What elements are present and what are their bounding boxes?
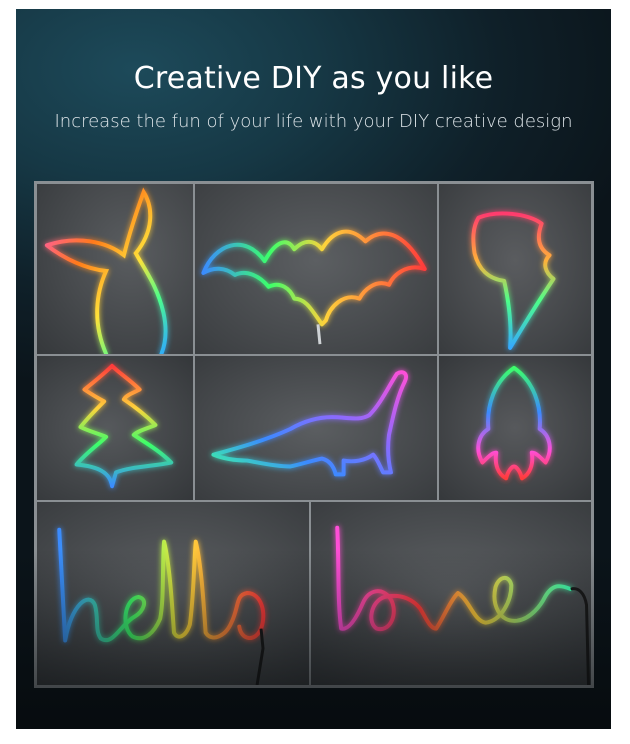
tile-lightning-bolt <box>438 183 592 355</box>
tile-hello <box>36 501 310 686</box>
lightning-bolt-neon-image <box>471 211 556 350</box>
christmas-tree-neon-image <box>74 363 174 489</box>
banner-subtitle: Increase the fun of your life with your … <box>54 111 573 132</box>
rocket-neon-image <box>476 365 552 481</box>
tile-mermaid-tail <box>36 183 194 355</box>
mermaid-tail-neon-image <box>44 187 168 354</box>
banner-title: Creative DIY as you like <box>133 61 494 96</box>
promo-banner: Creative DIY as you like Increase the fu… <box>16 9 611 729</box>
neon-photo-grid <box>34 181 594 688</box>
hello-neon-image <box>57 527 266 685</box>
tile-love <box>310 501 592 686</box>
tile-bat <box>194 183 438 355</box>
tile-dinosaur <box>194 355 438 501</box>
dinosaur-neon-image <box>211 370 408 477</box>
bat-neon-image <box>201 229 427 345</box>
tile-christmas-tree <box>36 355 194 501</box>
love-neon-image <box>335 525 590 685</box>
tile-rocket <box>438 355 592 501</box>
